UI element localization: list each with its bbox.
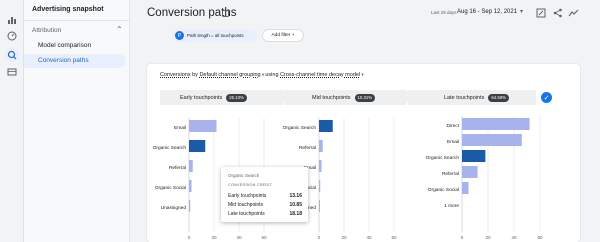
category-label: Referral xyxy=(442,171,459,177)
tooltip-title: Organic Search xyxy=(228,173,260,178)
conversion-paths-card: Conversions by Default channel grouping … xyxy=(147,64,580,242)
bar xyxy=(462,134,522,146)
divider xyxy=(24,20,130,21)
edit-report-icon[interactable] xyxy=(535,7,546,18)
x-tick-label: 20 xyxy=(485,235,491,240)
category-label: Email xyxy=(174,125,186,131)
bar xyxy=(189,120,217,132)
x-tick-label: 60 xyxy=(261,235,267,240)
category-label: Organic Social xyxy=(428,187,459,193)
x-tick-label: 60 xyxy=(537,235,543,240)
category-label: 1 more xyxy=(444,203,459,209)
x-tick-label: 20 xyxy=(211,235,217,240)
app-window: Advertising snapshot Attribution ⌃ Model… xyxy=(0,0,600,242)
sidebar-item-conversion-paths[interactable]: Conversion paths xyxy=(24,54,126,68)
add-filter-label: Add filter xyxy=(271,33,291,38)
tooltip: Organic Search CONVERSION CREDIT Early t… xyxy=(221,167,308,222)
tooltip-row-value: 10.85 xyxy=(289,202,302,208)
main-content: Conversion paths Last 28 days Aug 16 - S… xyxy=(131,0,600,242)
category-label: Organic Social xyxy=(155,185,186,191)
bar xyxy=(319,200,320,212)
segment-arrow xyxy=(406,90,413,104)
sidebar-item-model-comparison[interactable]: Model comparison xyxy=(24,39,126,53)
bar xyxy=(462,166,478,178)
bar xyxy=(462,182,469,194)
filter-chip-label: Path length = all touchpoints xyxy=(187,33,244,38)
x-tick-label: 0 xyxy=(461,235,464,240)
bar xyxy=(319,140,323,152)
tooltip-row: Late touchpoints 18.18 xyxy=(228,211,302,217)
category-label: Referral xyxy=(169,165,186,171)
sidebar-title: Advertising snapshot xyxy=(32,6,104,13)
explore-icon[interactable] xyxy=(6,30,18,42)
advertising-icon[interactable] xyxy=(5,48,19,62)
bar xyxy=(189,140,206,152)
bar xyxy=(462,118,530,130)
add-filter-button[interactable]: Add filter + xyxy=(262,29,304,42)
filter-chip[interactable]: P Path length = all touchpoints xyxy=(173,29,257,42)
category-label: Referral xyxy=(299,145,316,151)
chevron-up-icon[interactable]: ⌃ xyxy=(116,25,123,34)
plus-icon: + xyxy=(291,33,295,38)
x-tick-label: 40 xyxy=(366,235,372,240)
category-label: Organic Search xyxy=(426,155,460,161)
category-label: Email xyxy=(447,139,459,145)
bar xyxy=(189,200,191,212)
bar xyxy=(189,160,193,172)
category-label: Direct xyxy=(446,123,459,129)
tooltip-row: Mid touchpoints 10.85 xyxy=(228,202,302,208)
bar xyxy=(319,120,333,132)
tooltip-row-label: Mid touchpoints xyxy=(228,202,264,208)
x-tick-label: 40 xyxy=(511,235,517,240)
verified-icon xyxy=(222,10,229,17)
filter-badge: P xyxy=(175,31,184,40)
x-tick-label: 40 xyxy=(236,235,242,240)
tooltip-row-value: 18.18 xyxy=(289,211,302,217)
tooltip-row-label: Late touchpoints xyxy=(228,211,265,217)
list-icon[interactable] xyxy=(6,66,18,78)
insights-icon[interactable] xyxy=(568,7,579,18)
x-tick-label: 0 xyxy=(318,235,321,240)
tooltip-row: Early touchpoints 13.16 xyxy=(228,193,302,199)
category-label: Organic Search xyxy=(153,145,187,151)
x-tick-label: 60 xyxy=(391,235,397,240)
nav-rail xyxy=(0,0,24,242)
tooltip-subtitle: CONVERSION CREDIT xyxy=(228,183,273,187)
x-tick-label: 0 xyxy=(188,235,191,240)
bar xyxy=(189,180,192,192)
charts-area: 0 20 40 60 Email Organic Search Referral Organi… xyxy=(153,116,543,240)
chevron-down-icon[interactable]: ▾ xyxy=(520,8,523,15)
tooltip-row-label: Early touchpoints xyxy=(228,193,267,199)
category-label: Organic Search xyxy=(283,125,317,131)
bar-chart-icon[interactable] xyxy=(6,14,18,26)
sidebar-section-attribution[interactable]: Attribution xyxy=(32,27,61,34)
segment-arrow xyxy=(282,90,289,104)
share-icon[interactable] xyxy=(552,7,563,18)
bar xyxy=(319,180,321,192)
bar xyxy=(319,160,322,172)
date-range-picker[interactable]: Aug 16 - Sep 12, 2021 xyxy=(457,9,517,15)
category-label: Unassigned xyxy=(161,205,187,211)
x-tick-label: 20 xyxy=(341,235,347,240)
date-range-label: Last 28 days xyxy=(431,10,457,15)
sidebar: Advertising snapshot Attribution ⌃ Model… xyxy=(24,0,130,242)
bar xyxy=(462,150,486,162)
tooltip-row-value: 13.16 xyxy=(289,193,302,199)
